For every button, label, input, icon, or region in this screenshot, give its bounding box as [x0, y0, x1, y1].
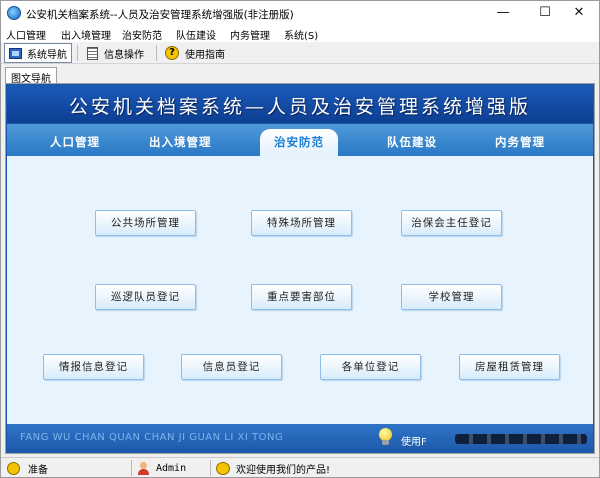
informant-register-button[interactable]: 信息员登记 — [181, 354, 282, 380]
redacted-user-name — [455, 434, 587, 444]
status-divider — [210, 460, 211, 476]
tab-internal-affairs[interactable]: 内务管理 — [495, 134, 545, 150]
status-message: 欢迎使用我们的产品! — [216, 458, 331, 477]
toolbar-separator — [77, 45, 78, 61]
status-ready: 准备 — [7, 458, 48, 477]
navigation-panel: 公安机关档案系统—人员及治安管理系统增强版 人口管理 出入境管理 治安防范 队伍… — [5, 83, 595, 454]
intelligence-info-button[interactable]: 情报信息登记 — [43, 354, 144, 380]
patrol-member-button[interactable]: 巡逻队员登记 — [95, 284, 196, 310]
panel-footer: FANG WU CHAN QUAN CHAN JI GUAN LI XI TON… — [7, 424, 593, 453]
document-icon — [87, 46, 98, 60]
toolbar: 系统导航 信息操作 ? 使用指南 — [1, 42, 599, 64]
minimize-button[interactable]: — — [481, 1, 525, 25]
security-committee-director-button[interactable]: 治保会主任登记 — [401, 210, 502, 236]
menu-bar: 人口管理 出入境管理 治安防范 队伍建设 内务管理 系统(S) — [1, 25, 599, 42]
key-sites-button[interactable]: 重点要害部位 — [251, 284, 352, 310]
close-button[interactable]: ✕ — [557, 1, 599, 25]
menu-population[interactable]: 人口管理 — [6, 27, 46, 42]
tab-public-security[interactable]: 治安防范 — [260, 129, 338, 156]
toolbar-system-nav-button[interactable]: 系统导航 — [4, 43, 72, 63]
screen-icon — [9, 47, 22, 59]
status-divider — [131, 460, 132, 476]
tab-team-building[interactable]: 队伍建设 — [387, 134, 437, 150]
public-places-button[interactable]: 公共场所管理 — [95, 210, 196, 236]
status-user-name: Admin — [156, 462, 187, 474]
unit-register-button[interactable]: 各单位登记 — [320, 354, 421, 380]
user-icon — [137, 461, 150, 475]
tab-population[interactable]: 人口管理 — [50, 134, 100, 150]
window-title: 公安机关档案系统--人员及治安管理系统增强版(非注册版) — [26, 9, 294, 21]
message-icon — [216, 461, 230, 475]
banner-title: 公安机关档案系统—人员及治安管理系统增强版 — [68, 96, 531, 118]
title-bar: 公安机关档案系统--人员及治安管理系统增强版(非注册版) — ☐ ✕ — [1, 1, 599, 25]
status-message-text: 欢迎使用我们的产品! — [236, 464, 331, 476]
house-rental-button[interactable]: 房屋租赁管理 — [459, 354, 560, 380]
menu-system[interactable]: 系统(S) — [284, 27, 318, 42]
special-places-button[interactable]: 特殊场所管理 — [251, 210, 352, 236]
menu-internal-affairs[interactable]: 内务管理 — [230, 27, 270, 42]
banner: 公安机关档案系统—人员及治安管理系统增强版 — [7, 85, 593, 123]
app-globe-icon — [7, 6, 21, 20]
toolbar-info-ops-button[interactable]: 信息操作 — [83, 43, 148, 63]
toolbar-user-guide-button[interactable]: ? 使用指南 — [161, 43, 229, 63]
status-text: 准备 — [28, 464, 48, 476]
toolbar-system-nav-label: 系统导航 — [27, 49, 67, 61]
application-window: 公安机关档案系统--人员及治安管理系统增强版(非注册版) — ☐ ✕ 人口管理 … — [0, 0, 600, 478]
help-icon: ? — [165, 46, 179, 60]
toolbar-info-ops-label: 信息操作 — [104, 49, 144, 61]
menu-team-building[interactable]: 队伍建设 — [176, 27, 216, 42]
menu-public-security[interactable]: 治安防范 — [122, 27, 162, 42]
tab-entry-exit[interactable]: 出入境管理 — [149, 134, 212, 150]
footer-user-label: 使用F — [401, 437, 427, 448]
toolbar-separator — [156, 45, 157, 61]
menu-entry-exit[interactable]: 出入境管理 — [61, 27, 111, 42]
status-user: Admin — [137, 458, 187, 477]
footer-pinyin-text: FANG WU CHAN QUAN CHAN JI GUAN LI XI TON… — [20, 432, 284, 443]
status-bar: 准备 Admin 欢迎使用我们的产品! — [1, 457, 599, 477]
toolbar-user-guide-label: 使用指南 — [185, 49, 225, 61]
smiley-icon — [7, 461, 20, 475]
category-tabstrip: 人口管理 出入境管理 治安防范 队伍建设 内务管理 — [7, 124, 593, 156]
lightbulb-icon — [379, 428, 392, 446]
school-management-button[interactable]: 学校管理 — [401, 284, 502, 310]
function-buttons-area: 公共场所管理 特殊场所管理 治保会主任登记 巡逻队员登记 重点要害部位 学校管理… — [7, 156, 593, 424]
tab-graphic-navigation[interactable]: 图文导航 — [5, 67, 57, 85]
